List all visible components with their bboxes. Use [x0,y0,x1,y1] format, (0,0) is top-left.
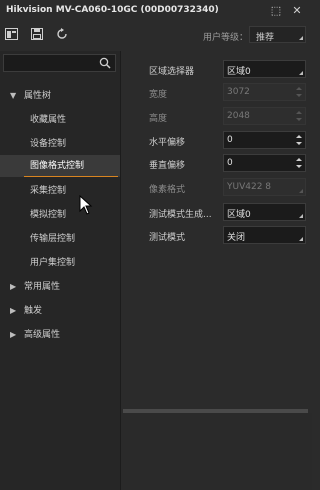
close-icon: ✕ [292,3,302,17]
height-spinbox: 2048 [223,107,306,125]
tree-group-trigger[interactable]: ▶ 触发 [0,300,120,322]
prop-label: 测试模式 [149,233,186,243]
dropdown-arrow-icon [299,36,303,40]
search-input[interactable] [3,54,116,72]
tree-item-acquisition-control[interactable]: 采集控制 [0,180,120,202]
tree-item-device-control[interactable]: 设备控制 [0,133,120,155]
tree-item-image-format-control[interactable]: 图像格式控制 [0,155,120,177]
prop-row-region-selector: 区域选择器 区域0 [121,58,312,80]
prop-row-test-pattern: 测试模式 关闭 [121,224,312,246]
dock-icon [4,28,18,40]
prop-label: 宽度 [149,90,168,100]
prop-label: 垂直偏移 [149,161,186,171]
tree-group-property-tree[interactable]: ▼ 属性树 [0,85,120,107]
prop-value: 0 [227,158,233,168]
prop-value: 3072 [227,87,250,97]
prop-row-test-pattern-generator: 测试模式生成... 区域0 [121,201,312,223]
tree-item-label: 收藏属性 [30,115,67,125]
spin-up-icon [296,111,302,114]
user-level-value: 推荐 [256,33,275,43]
tree-item-label: 设备控制 [30,139,67,149]
dropdown-arrow-icon [299,214,303,218]
tree-item-label: 采集控制 [30,186,67,196]
save-button[interactable] [30,27,44,41]
expand-chevron-icon: ▶ [10,306,17,315]
user-level-label: 用户等级： [203,33,249,43]
tree-item-label: 图像格式控制 [30,161,85,171]
offset-y-spinbox[interactable]: 0 [223,154,306,172]
tree-item-label: 用户集控制 [30,258,76,268]
refresh-button[interactable] [55,27,69,41]
spin-down-icon[interactable] [296,142,302,145]
dropdown-arrow-icon [299,71,303,75]
tree-item-label: 传输层控制 [30,234,76,244]
collapse-chevron-icon: ▼ [10,91,17,100]
tree-group-common[interactable]: ▶ 常用属性 [0,276,120,298]
prop-row-width: 宽度 3072 [121,81,312,103]
prop-value: 区域0 [227,210,251,220]
float-icon: ⬚ [270,3,282,17]
tree-group-label: 常用属性 [24,282,61,292]
prop-label: 高度 [149,114,168,124]
region-selector-combo[interactable]: 区域0 [223,60,306,78]
property-tree-panel: ▼ 属性树 收藏属性 设备控制 图像格式控制 采集控制 模拟控制 传输层控制 用… [0,51,121,490]
pixel-format-combo: YUV422 8 [223,178,306,196]
tree-group-label: 触发 [24,306,43,316]
dropdown-arrow-icon [299,237,303,241]
prop-value: 0 [227,135,233,145]
spin-up-icon[interactable] [296,158,302,161]
tree-item-favorites[interactable]: 收藏属性 [0,109,120,131]
width-spinbox: 3072 [223,83,306,101]
spin-down-icon[interactable] [296,165,302,168]
test-pattern-combo[interactable]: 关闭 [223,226,306,244]
prop-label: 像素格式 [149,185,186,195]
selection-underline [24,176,118,177]
tree-group-label: 属性树 [24,91,52,101]
mouse-pointer-icon [79,195,93,215]
prop-row-height: 高度 2048 [121,105,312,127]
offset-x-spinbox[interactable]: 0 [223,131,306,149]
user-level-select[interactable]: 推荐 [249,26,306,43]
spin-up-icon[interactable] [296,135,302,138]
save-icon [31,28,43,40]
spin-up-icon [296,87,302,90]
tree-item-analog-control[interactable]: 模拟控制 [0,204,120,226]
tree-group-label: 高级属性 [24,330,61,340]
window-title: Hikvision MV-CA060-10GC (00D00732340) [6,5,219,15]
spin-down-icon [296,118,302,121]
title-bar: Hikvision MV-CA060-10GC (00D00732340) ⬚ … [0,0,312,22]
spin-down-icon [296,94,302,97]
prop-row-offset-x: 水平偏移 0 [121,129,312,151]
float-button[interactable]: ⬚ [268,2,284,18]
expand-chevron-icon: ▶ [10,282,17,291]
expand-chevron-icon: ▶ [10,330,17,339]
tree-item-label: 模拟控制 [30,210,67,220]
close-button[interactable]: ✕ [289,2,305,18]
dropdown-arrow-icon [299,189,303,193]
search-icon[interactable] [99,57,111,69]
prop-label: 测试模式生成... [149,210,212,220]
prop-value: 区域0 [227,67,251,77]
prop-label: 区域选择器 [149,67,195,77]
prop-value: YUV422 8 [227,182,272,192]
tree-item-user-set-control[interactable]: 用户集控制 [0,252,120,274]
prop-label: 水平偏移 [149,138,186,148]
prop-row-pixel-format: 像素格式 YUV422 8 [121,176,312,198]
prop-row-offset-y: 垂直偏移 0 [121,152,312,174]
prop-value: 关闭 [227,233,246,243]
tree-group-advanced[interactable]: ▶ 高级属性 [0,324,120,346]
description-pane [121,413,312,490]
dock-button[interactable] [4,27,18,41]
prop-value: 2048 [227,111,250,121]
refresh-icon [57,28,67,39]
tree-item-transport-layer-control[interactable]: 传输层控制 [0,228,120,250]
test-pattern-generator-combo[interactable]: 区域0 [223,203,306,221]
